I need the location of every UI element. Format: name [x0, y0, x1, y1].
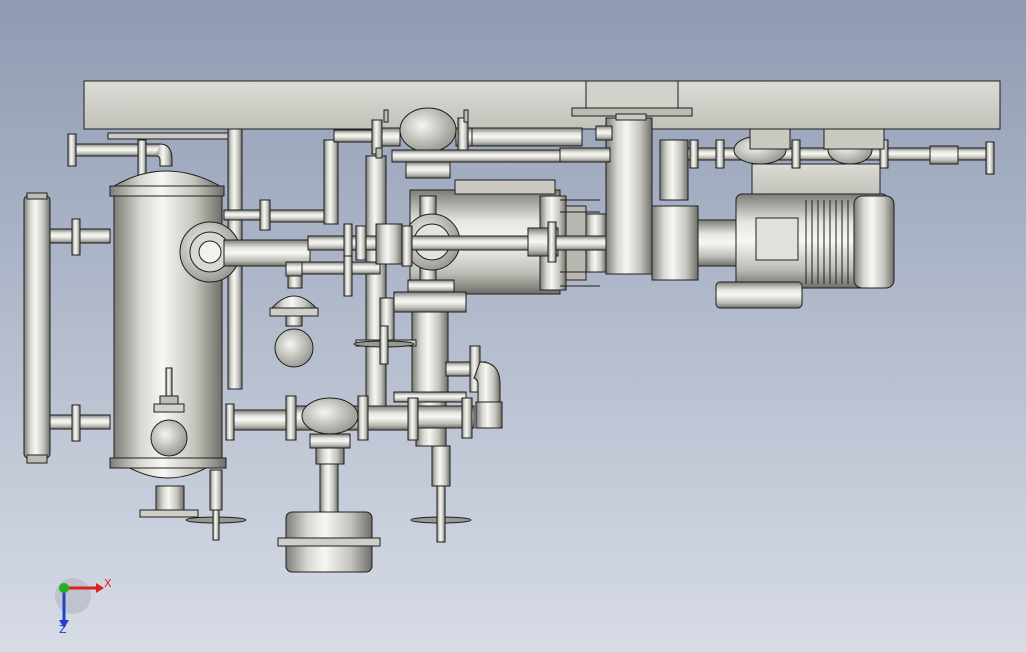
triad-y-axis [59, 583, 69, 593]
cad-viewport[interactable]: X Z [0, 0, 1026, 652]
separator-vessel [109, 139, 227, 518]
pump-skid-model-view[interactable]: X Z [0, 0, 1026, 652]
triad-z-label: Z [59, 623, 67, 636]
triad-x-label: X [104, 577, 112, 590]
vertical-return-pipe [365, 147, 387, 407]
triad-origin-shadow [55, 578, 91, 614]
